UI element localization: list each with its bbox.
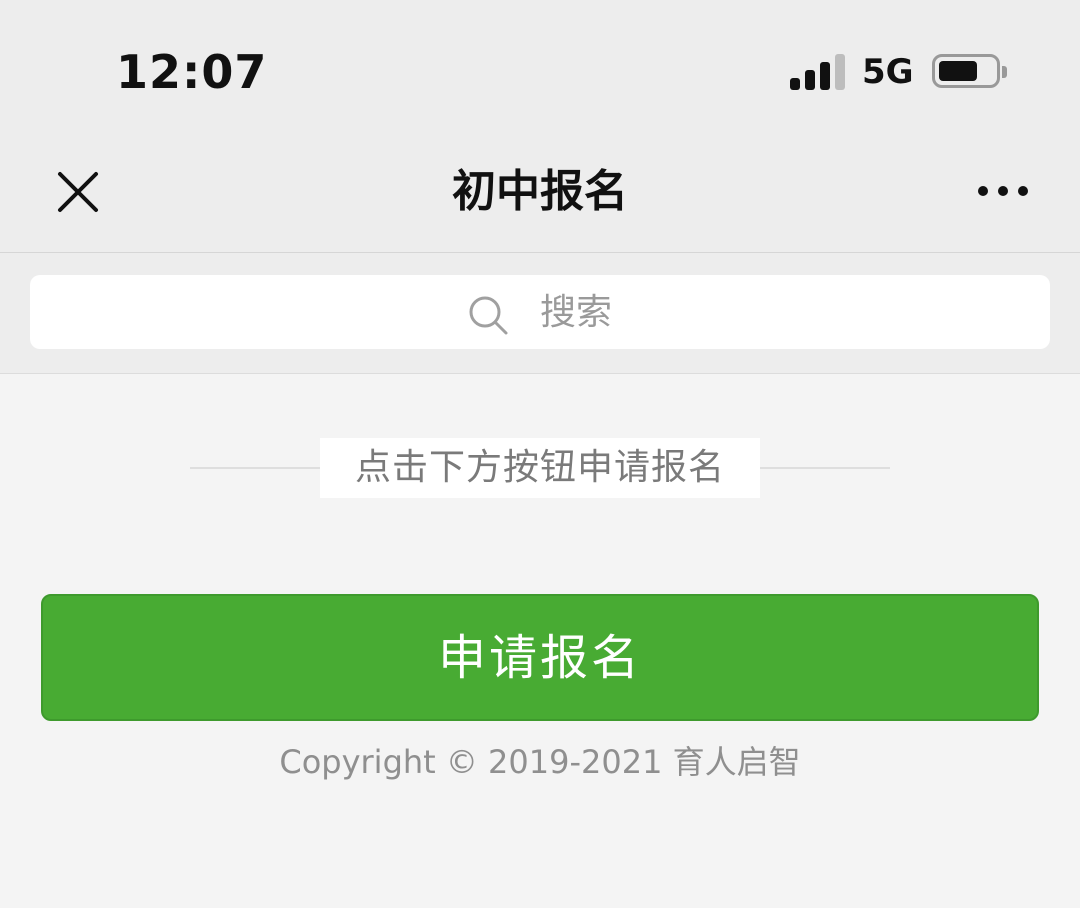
apply-button[interactable]: 申请报名	[41, 594, 1039, 721]
signal-bar	[820, 62, 830, 90]
battery-icon	[932, 54, 1000, 88]
apply-button-label: 申请报名	[437, 630, 642, 686]
search-icon	[469, 296, 508, 335]
signal-bar	[835, 54, 845, 90]
search-input[interactable]: 搜索	[30, 275, 1050, 349]
divider-left	[190, 467, 322, 469]
status-bar: 12:07 5G	[0, 0, 1080, 140]
signal-bar	[805, 70, 815, 90]
nav-bar: 初中报名	[0, 140, 1080, 253]
copyright-text: Copyright © 2019-2021 育人启智	[279, 743, 801, 781]
search-placeholder: 搜索	[540, 292, 613, 333]
cellular-signal-icon	[790, 54, 846, 90]
more-icon	[1018, 186, 1028, 196]
hint-text: 点击下方按钮申请报名	[354, 447, 725, 488]
battery-level	[939, 61, 977, 81]
page-title: 初中报名	[452, 166, 628, 217]
more-icon	[998, 186, 1008, 196]
status-time: 12:07	[116, 45, 268, 99]
hint-box: 点击下方按钮申请报名	[320, 438, 760, 498]
more-icon	[978, 186, 988, 196]
main-content: 点击下方按钮申请报名 申请报名 Copyright © 2019-2021 育人…	[0, 374, 1080, 908]
more-button[interactable]	[970, 168, 1036, 214]
divider-right	[758, 467, 890, 469]
battery-tip	[1002, 66, 1007, 78]
network-type: 5G	[862, 52, 914, 92]
search-area: 搜索	[0, 253, 1080, 374]
signal-bar	[790, 78, 800, 90]
